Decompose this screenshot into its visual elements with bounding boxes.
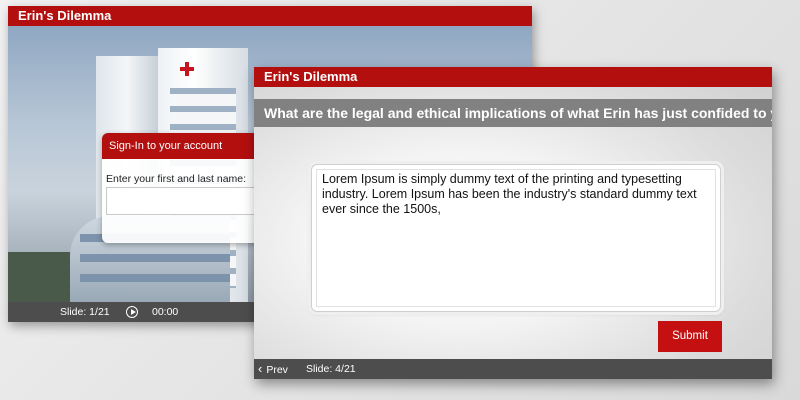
foreground-slide-window: Erin's Dilemma What are the legal and et…: [254, 67, 772, 379]
question-text: What are the legal and ethical implicati…: [254, 99, 772, 127]
slide-counter: Slide: 1/21: [60, 306, 110, 318]
window-band: [80, 254, 230, 262]
front-window-title: Erin's Dilemma: [254, 67, 772, 87]
signin-card: Sign-In to your account Enter your first…: [102, 133, 272, 243]
red-cross-icon: [180, 62, 194, 76]
answer-box: Lorem Ipsum is simply dummy text of the …: [311, 164, 721, 312]
front-window-footer: ‹ Prev Slide: 4/21: [254, 359, 772, 379]
window-band: [80, 274, 230, 282]
time-readout: 00:00: [152, 306, 179, 318]
chevron-left-icon: ‹: [258, 361, 263, 376]
name-input[interactable]: [106, 187, 272, 215]
prev-button[interactable]: ‹ Prev: [258, 359, 288, 379]
play-circle-icon[interactable]: [126, 306, 138, 318]
back-window-title: Erin's Dilemma: [8, 6, 532, 26]
prev-label: Prev: [266, 364, 288, 376]
submit-button[interactable]: Submit: [658, 321, 722, 352]
name-label: Enter your first and last name:: [106, 173, 247, 185]
signin-heading: Sign-In to your account: [102, 133, 272, 159]
slide-counter: Slide: 4/21: [306, 363, 356, 375]
answer-textarea[interactable]: Lorem Ipsum is simply dummy text of the …: [316, 169, 716, 307]
